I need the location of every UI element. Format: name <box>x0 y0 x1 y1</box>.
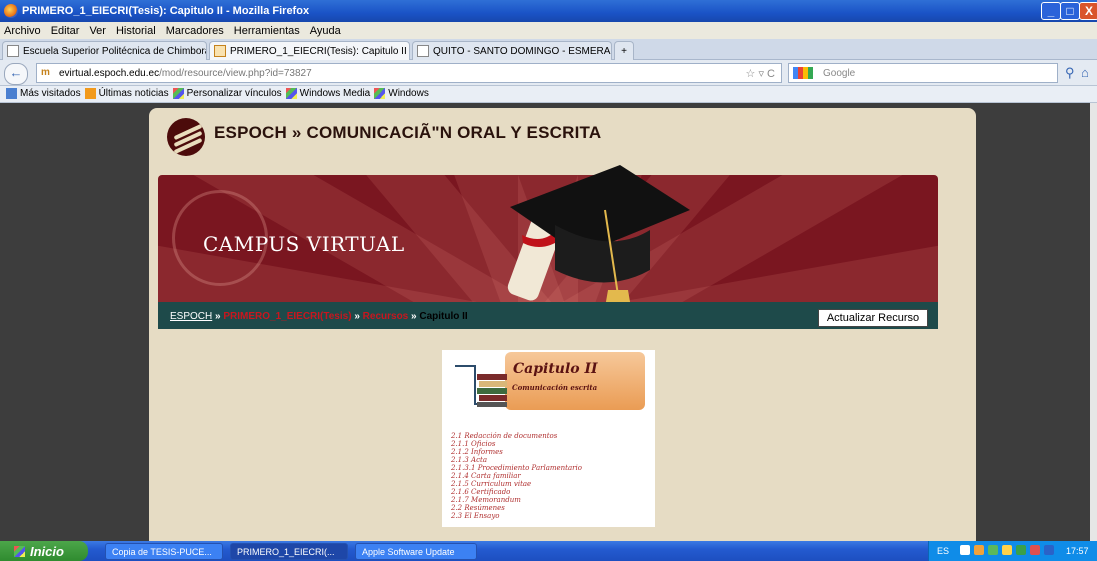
page-icon <box>7 45 19 57</box>
tab-quito[interactable]: QUITO - SANTO DOMINGO - ESMERALDA... × <box>412 41 612 60</box>
banner-text: CAMPUS VIRTUAL <box>203 232 405 256</box>
search-input[interactable]: Google <box>788 63 1058 83</box>
breadcrumb-home-link[interactable]: ESPOCH <box>170 311 212 322</box>
toc-item: 2.3 El Ensayo <box>451 512 500 520</box>
toc-item: 2.1.6 Certificado <box>451 488 511 496</box>
tray-app-icon[interactable] <box>1030 545 1040 555</box>
breadcrumb: ESPOCH » PRIMERO_1_EIECRI(Tesis) » Recur… <box>170 311 468 322</box>
bookmark-ultimas-noticias[interactable]: Últimas noticias <box>84 88 169 100</box>
update-resource-button[interactable]: Actualizar Recurso <box>818 309 928 327</box>
toc-item: 2.1 Redacción de documentos <box>451 432 558 440</box>
toc-item: 2.1.5 Curriculum vitae <box>451 480 532 488</box>
page-icon <box>417 45 429 57</box>
menu-historial[interactable]: Historial <box>116 25 156 37</box>
tray-app-icon[interactable] <box>1044 545 1054 555</box>
menu-marcadores[interactable]: Marcadores <box>166 25 224 37</box>
taskbar-item-firefox[interactable]: PRIMERO_1_EIECRI(... <box>230 543 348 560</box>
url-path: /mod/resource/view.php?id=73827 <box>159 67 312 79</box>
tab-label: Escuela Superior Politécnica de Chimbora… <box>23 45 207 57</box>
tab-capitulo[interactable]: PRIMERO_1_EIECRI(Tesis): Capitulo II × <box>209 41 410 60</box>
menu-archivo[interactable]: Archivo <box>4 25 41 37</box>
minimize-button[interactable]: _ <box>1041 2 1061 20</box>
toc-item: 2.1.3.1 Procedimiento Parlamentario <box>451 464 582 472</box>
rss-icon <box>84 88 96 100</box>
tab-strip: Escuela Superior Politécnica de Chimbora… <box>0 39 1097 60</box>
folder-icon <box>6 88 17 100</box>
windows-logo-icon <box>172 88 184 100</box>
url-bar[interactable]: m evirtual.espoch.edu.ec/mod/resource/vi… <box>36 63 782 83</box>
window-title: PRIMERO_1_EIECRI(Tesis): Capitulo II - M… <box>22 5 310 17</box>
maximize-button[interactable]: □ <box>1060 2 1080 20</box>
tab-label: PRIMERO_1_EIECRI(Tesis): Capitulo II <box>230 45 407 57</box>
arrow-icon[interactable] <box>960 545 970 555</box>
windows-logo-icon <box>285 88 297 100</box>
toc-item: 2.1.2 Informes <box>451 448 503 456</box>
toc-item: 2.1.3 Acta <box>451 456 487 464</box>
vertical-scrollbar[interactable] <box>1090 103 1097 541</box>
navigation-bar: ← m evirtual.espoch.edu.ec/mod/resource/… <box>0 60 1097 86</box>
toc-item: 2.2 Resúmenes <box>451 504 505 512</box>
firefox-icon <box>4 4 18 18</box>
breadcrumb-course-link[interactable]: PRIMERO_1_EIECRI(Tesis) <box>223 311 351 322</box>
windows-logo-icon <box>14 545 25 557</box>
books-icon <box>477 374 507 407</box>
moodle-icon <box>214 45 226 57</box>
search-magnifier-icon[interactable]: ⚲ <box>1065 65 1075 81</box>
breadcrumb-current: Capitulo II <box>419 311 468 322</box>
toc-item: 2.1.1 Oficios <box>451 440 496 448</box>
tab-label: QUITO - SANTO DOMINGO - ESMERALDA... <box>433 45 611 57</box>
menu-editar[interactable]: Editar <box>51 25 80 37</box>
bookmark-reload-icons[interactable]: ☆ ▿ C <box>746 67 775 80</box>
espoch-logo[interactable] <box>167 118 205 156</box>
menu-bar: Archivo Editar Ver Historial Marcadores … <box>0 22 1097 39</box>
windows-logo-icon <box>374 88 386 100</box>
taskbar-item-word[interactable]: Copia de TESIS-PUCE... <box>105 543 223 560</box>
back-button[interactable]: ← <box>4 63 28 85</box>
close-window-button[interactable]: X <box>1079 2 1097 20</box>
clock: 17:57 <box>1066 546 1089 556</box>
toc-item: 2.1.7 Memorandum <box>451 496 521 504</box>
bookmark-personalizar[interactable]: Personalizar vínculos <box>172 88 282 100</box>
new-tab-button[interactable]: + <box>614 41 634 60</box>
start-label: Inicio <box>30 543 64 559</box>
search-placeholder: Google <box>823 67 856 79</box>
menu-ver[interactable]: Ver <box>89 25 106 37</box>
taskbar-item-apple-update[interactable]: Apple Software Update <box>355 543 477 560</box>
tray-app-icon[interactable] <box>988 545 998 555</box>
language-indicator[interactable]: ES <box>937 546 949 556</box>
close-tab-icon[interactable]: × <box>407 46 409 57</box>
tray-app-icon[interactable] <box>1002 545 1012 555</box>
url-host: evirtual.espoch.edu.ec <box>59 67 160 79</box>
chapter-title: Capitulo II <box>513 361 598 377</box>
tab-espoch[interactable]: Escuela Superior Politécnica de Chimbora… <box>2 41 207 60</box>
bookmark-mas-visitados[interactable]: Más visitados <box>6 88 81 100</box>
home-icon[interactable]: ⌂ <box>1081 65 1089 80</box>
site-identity-icon[interactable]: m <box>41 67 50 78</box>
toc-item: 2.1.4 Carta familiar <box>451 472 521 480</box>
tray-app-icon[interactable] <box>974 545 984 555</box>
bookmark-windows-media[interactable]: Windows Media <box>285 88 370 100</box>
bookmark-windows[interactable]: Windows <box>374 88 429 100</box>
window-titlebar: PRIMERO_1_EIECRI(Tesis): Capitulo II - M… <box>0 0 1097 22</box>
breadcrumb-resources-link[interactable]: Recursos <box>363 311 409 322</box>
chapter-subtitle: Comunicación escrita <box>512 383 598 392</box>
bookmarks-bar: Más visitados Últimas noticias Personali… <box>0 86 1097 103</box>
google-icon <box>793 67 813 79</box>
menu-ayuda[interactable]: Ayuda <box>310 25 341 37</box>
site-title: ESPOCH » COMUNICACIÃ"N ORAL Y ESCRITA <box>214 123 602 142</box>
menu-herramientas[interactable]: Herramientas <box>234 25 300 37</box>
tray-app-icon[interactable] <box>1016 545 1026 555</box>
start-button[interactable]: Inicio <box>0 541 88 561</box>
